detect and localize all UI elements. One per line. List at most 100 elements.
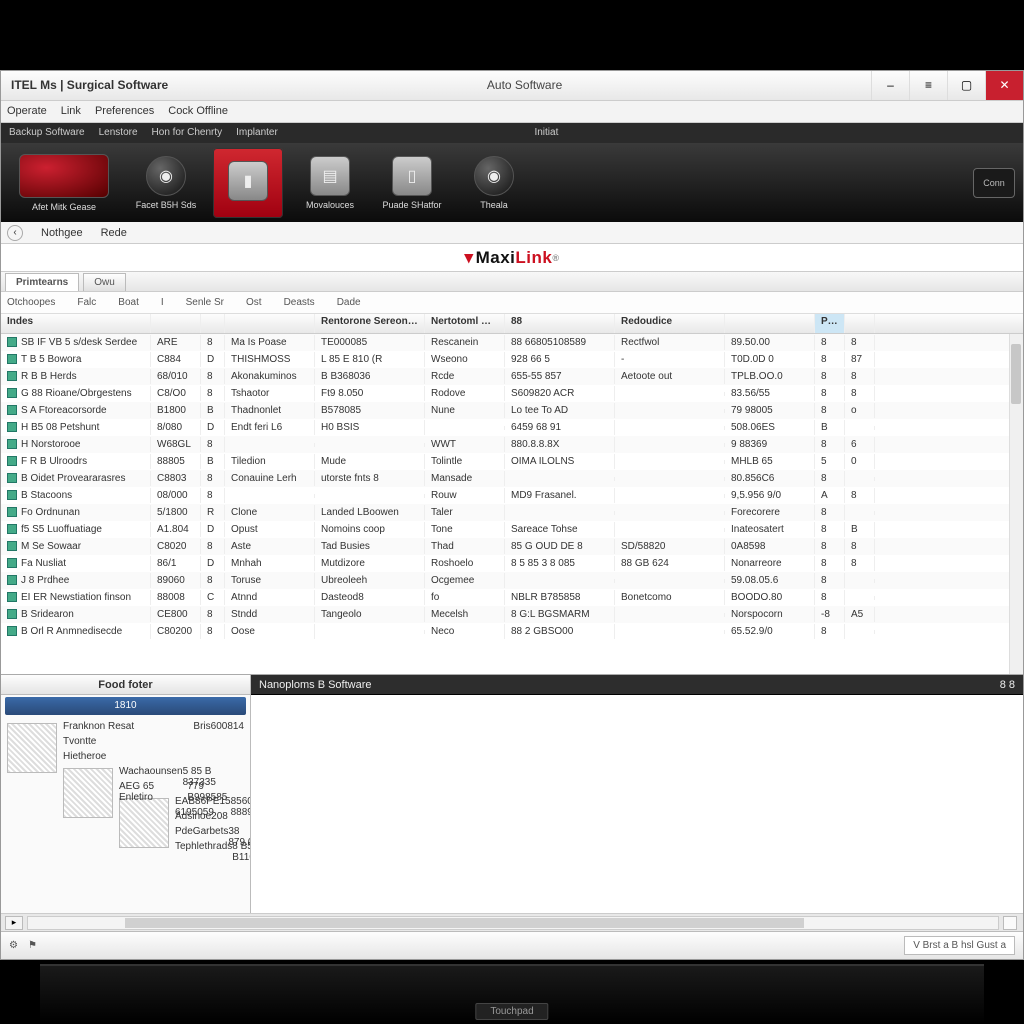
table-row[interactable]: B Stacoons08/0008RouwMD9 Frasanel.9,5.95… [1,487,1023,504]
vertical-scrollbar[interactable] [1009,334,1023,674]
toolbar-device-button[interactable]: ▮ [213,148,283,218]
col-header[interactable] [845,314,875,333]
table-row[interactable]: B Orl R AnmnedisecdeC802008OoseNeco88 2 … [1,623,1023,640]
toolbar-drive-button[interactable]: ▯ Puade SHatfor [377,148,447,218]
col-header[interactable] [151,314,201,333]
list-item[interactable]: Hietheroe [63,751,244,766]
col-header[interactable]: Indes [1,314,151,333]
filter-item[interactable]: Boat [118,297,139,308]
submenu-item[interactable]: Hon for Chenrty [152,127,223,138]
col-header[interactable] [225,314,315,333]
toolbar-gauge-button[interactable]: ◉ Facet B5H Sds [131,148,201,218]
minimize-button[interactable]: – [871,71,909,100]
cell: A5 [845,607,875,622]
menu-item[interactable]: Cock Offline [168,105,228,117]
table-row[interactable]: R B B Herds68/0108AkonakuminosB B368036R… [1,368,1023,385]
description-title: Nanoploms B Software [259,675,372,694]
table-row[interactable]: Fa Nusliat86/1DMnhahMutdizoreRoshoelo8 5… [1,555,1023,572]
filter-item[interactable]: Deasts [284,297,315,308]
table-row[interactable]: EI ER Newstiation finson88008CAtnndDaste… [1,589,1023,606]
table-row[interactable]: F R B Ulroodrs88805BTiledionMudeTolintle… [1,453,1023,470]
table-row[interactable]: S A FtoreacorsordeB1800BThadnonletB57808… [1,402,1023,419]
submenu-item[interactable]: Implanter [236,127,278,138]
row-status-icon [7,507,17,517]
sub-tab[interactable]: Primtearns [5,273,79,291]
nav-tab[interactable]: Rede [101,227,127,239]
col-header[interactable]: 88 [505,314,615,333]
table-row[interactable]: f5 S5 LuoffuatiageA1.804DOpustNomoins co… [1,521,1023,538]
scroll-left-button[interactable]: ▸ [5,916,23,930]
toolbar-vehicle-button[interactable]: Afet Mitk Gease [9,148,119,218]
nav-tab[interactable]: Nothgee [41,227,83,239]
cell: M Se Sowaar [1,539,151,554]
menu-button[interactable]: ≡ [909,71,947,100]
cell [845,511,875,515]
toolbar-gauge2-button[interactable]: ◉ Theala [459,148,529,218]
scroll-track[interactable] [27,916,999,930]
menu-item[interactable]: Operate [7,105,47,117]
list-item[interactable]: Tephlethrads8 B5 B110/02 [175,841,244,856]
row-status-icon [7,422,17,432]
list-item[interactable]: Franknon ResatBris600814 [63,721,244,736]
cell: B Stacoons [1,488,151,503]
col-header[interactable]: Nertotoml Nou Deie [425,314,505,333]
col-header[interactable]: Redoudice [615,314,725,333]
cell: 8 [815,437,845,452]
list-item[interactable]: PdeGarbets38 879.0.09 [175,826,244,841]
list-item[interactable]: EAB86PE15 61950598560 88898595 [175,796,244,811]
scroll-end-button[interactable] [1003,916,1017,930]
cell: 8 [201,437,225,452]
table-row[interactable]: G 88 Rioane/ObrgestensC8/O08TshaotorFt9 … [1,385,1023,402]
menu-item[interactable]: Link [61,105,81,117]
menu-item[interactable]: Preferences [95,105,154,117]
filter-item[interactable]: Falc [77,297,96,308]
table-row[interactable]: T B 5 BoworaC884DTHISHMOSSL 85 E 810 (RW… [1,351,1023,368]
toolbar-card-button[interactable]: ▤ Movalouces [295,148,365,218]
lower-panels: Food foter 1810 Franknon ResatBris600814… [1,674,1023,913]
row-status-icon [7,626,17,636]
col-header[interactable]: Piatomblee [815,314,845,333]
table-row[interactable]: H B5 08 Petshunt8/080DEndt feri L6H0 BSI… [1,419,1023,436]
connection-button[interactable]: Conn [973,168,1015,198]
close-button[interactable]: ✕ [985,71,1023,100]
cell: B Orl R Anmnedisecde [1,624,151,639]
cell: OIMA ILOLNS [505,454,615,469]
table-row[interactable]: Fo Ordnunan5/1800RCloneLanded LBoowenTal… [1,504,1023,521]
maximize-button[interactable]: ▢ [947,71,985,100]
filter-item[interactable]: Senle Sr [186,297,224,308]
cell: Tad Busies [315,539,425,554]
col-header[interactable]: Rentorone Sereons 8.8s [315,314,425,333]
cell: 8 [815,335,845,350]
col-header[interactable] [725,314,815,333]
table-row[interactable]: B SridearonCE8008StnddTangeoloMecelsh8 G… [1,606,1023,623]
cell: 88 2 GBSO00 [505,624,615,639]
filter-item[interactable]: Otchoopes [7,297,55,308]
table-row[interactable]: M Se SowaarC80208AsteTad BusiesThad85 G … [1,538,1023,555]
table-row[interactable]: B Oidet ProveararasresC88038Conauine Ler… [1,470,1023,487]
filter-item[interactable]: Ost [246,297,262,308]
detail-selected[interactable]: 1810 [5,697,246,715]
cell: 8 [815,556,845,571]
submenu-item[interactable]: Lenstore [99,127,138,138]
cell: D [201,420,225,435]
list-item[interactable]: AEG 65 Enletiro779 B998585 [119,781,244,796]
table-row[interactable]: H NorstorooeW68GL8WWT880.8.8.8X9 8836986 [1,436,1023,453]
table-row[interactable]: SB IF VB 5 s/desk SerdeeARE8Ma Is PoaseT… [1,334,1023,351]
back-button[interactable]: ‹ [7,225,23,241]
sub-tab[interactable]: Owu [83,273,126,291]
filter-item[interactable]: Dade [337,297,361,308]
scrollbar-thumb[interactable] [1011,344,1021,404]
cell: Roshoelo [425,556,505,571]
table-row[interactable]: J 8 Prdhee890608ToruseUbreoleehOcgemee59… [1,572,1023,589]
cell: Nonarreore [725,556,815,571]
cell: B B368036 [315,369,425,384]
cell [315,630,425,634]
list-item[interactable]: Tvontte [63,736,244,751]
cell: 8 [815,522,845,537]
scrollbar-thumb[interactable] [125,918,804,928]
col-header[interactable] [201,314,225,333]
list-item[interactable]: Wachaounsen5 85 B 837335 [119,766,244,781]
cell: 655-55 857 [505,369,615,384]
submenu-item[interactable]: Backup Software [9,127,85,138]
filter-item[interactable]: I [161,297,164,308]
